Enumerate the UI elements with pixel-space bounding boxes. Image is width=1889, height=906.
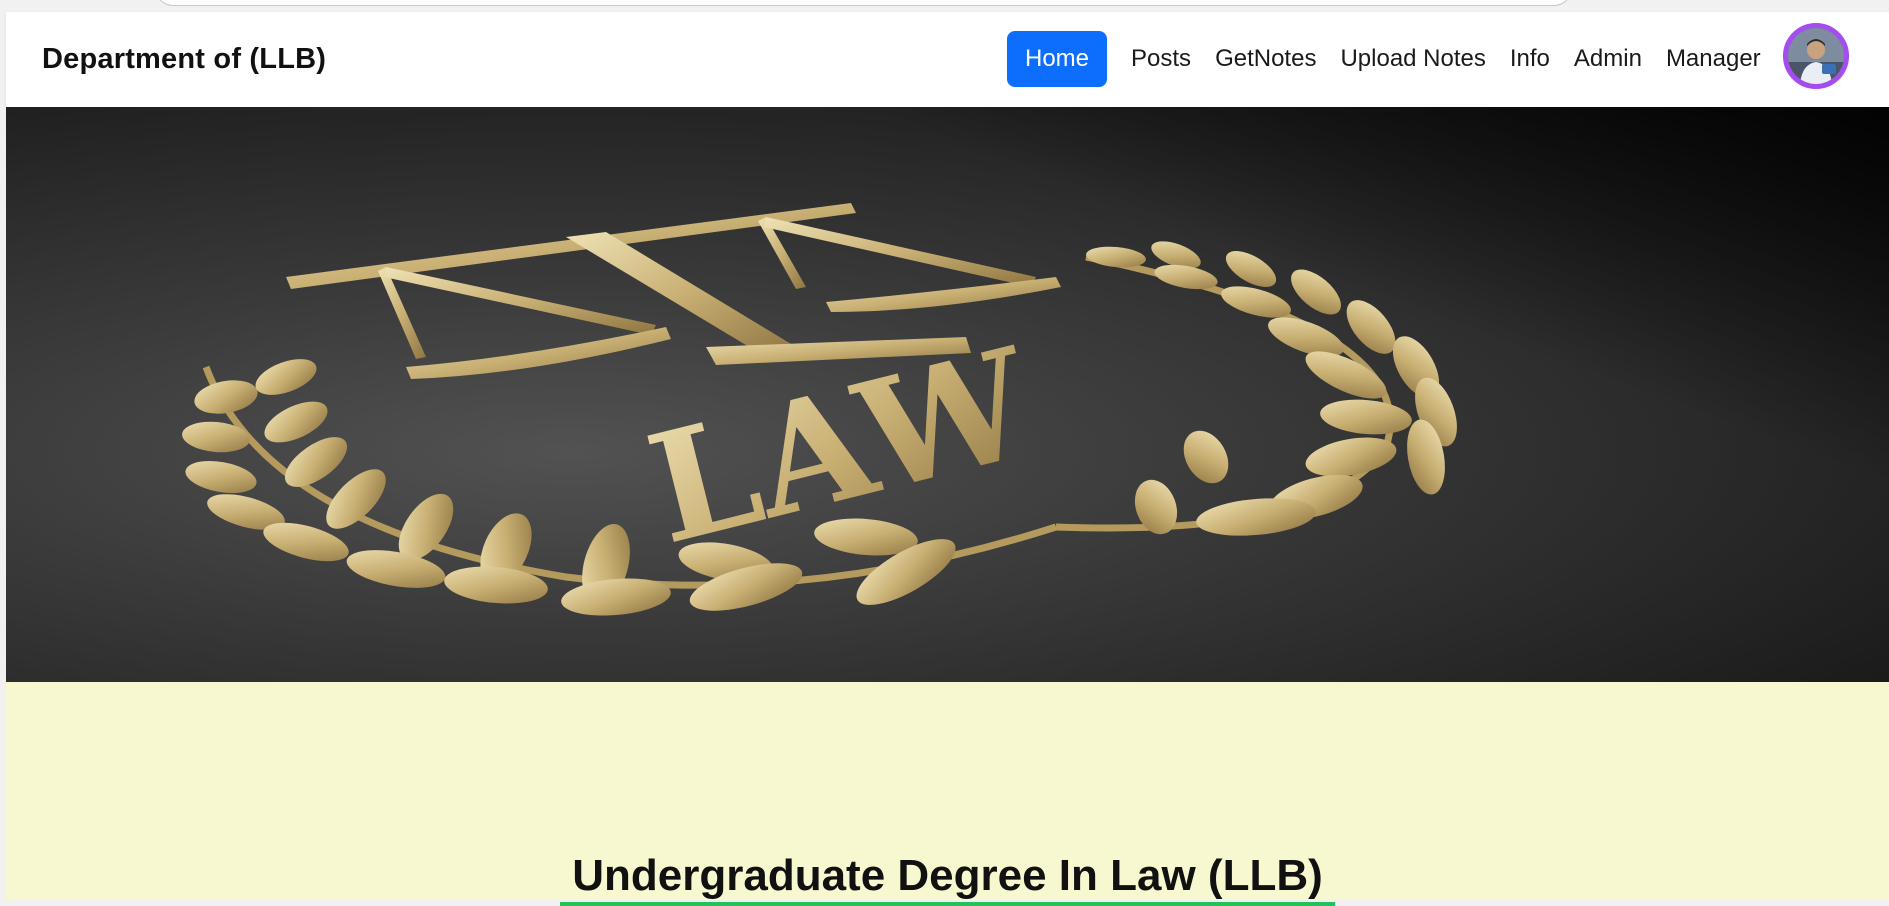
law-emblem-image: LAW (182, 203, 1457, 616)
nav-admin[interactable]: Admin (1562, 31, 1654, 87)
page: Department of (LLB) Home Posts GetNotes … (6, 12, 1889, 906)
brand-title[interactable]: Department of (LLB) (42, 43, 326, 76)
nav-getnotes[interactable]: GetNotes (1203, 31, 1328, 87)
navbar: Department of (LLB) Home Posts GetNotes … (6, 12, 1889, 107)
heading-wrap: Undergraduate Degree In Law (LLB) (6, 850, 1889, 906)
nav-home[interactable]: Home (1007, 31, 1108, 87)
avatar[interactable] (1783, 23, 1849, 89)
nav-info[interactable]: Info (1498, 31, 1562, 87)
nav-posts[interactable]: Posts (1119, 31, 1203, 87)
page-heading: Undergraduate Degree In Law (LLB) (560, 850, 1335, 906)
user-photo-icon (1788, 28, 1844, 84)
hero-banner: LAW (6, 107, 1889, 682)
main-content: Undergraduate Degree In Law (LLB) (6, 682, 1889, 906)
nav-manager[interactable]: Manager (1654, 31, 1773, 87)
nav-menu: Home Posts GetNotes Upload Notes Info Ad… (1007, 31, 1773, 87)
browser-top-strip (0, 0, 1889, 12)
nav-upload-notes[interactable]: Upload Notes (1328, 31, 1497, 87)
address-bar[interactable] (155, 0, 1572, 6)
